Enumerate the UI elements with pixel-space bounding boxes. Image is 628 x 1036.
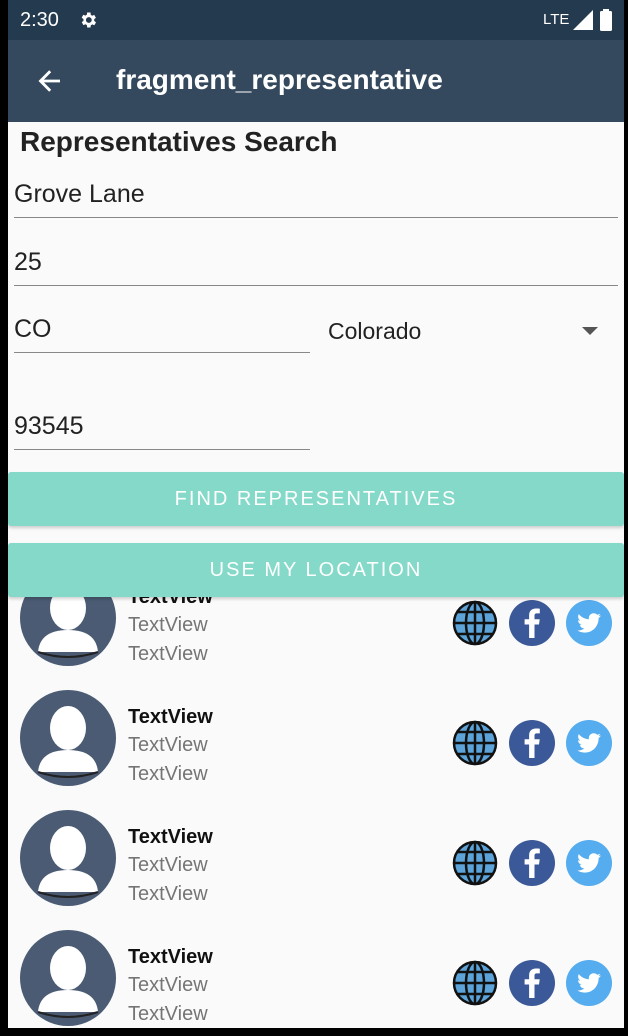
rep-party: TextView bbox=[128, 763, 208, 785]
rep-office: TextView bbox=[128, 854, 208, 876]
network-type: LTE bbox=[543, 11, 570, 28]
globe-icon[interactable] bbox=[452, 840, 498, 886]
twitter-icon[interactable] bbox=[566, 720, 612, 766]
list-item[interactable]: TextView TextView TextView bbox=[8, 810, 624, 930]
twitter-icon[interactable] bbox=[566, 600, 612, 646]
facebook-icon[interactable] bbox=[509, 840, 555, 886]
globe-icon[interactable] bbox=[452, 960, 498, 1006]
settings-gear-icon bbox=[81, 12, 96, 28]
arrow-back-icon[interactable] bbox=[30, 61, 70, 101]
rep-office: TextView bbox=[128, 974, 208, 996]
rep-party: TextView bbox=[128, 883, 208, 905]
list-item[interactable]: TextView TextView TextView bbox=[8, 690, 624, 810]
battery-icon bbox=[600, 9, 612, 31]
facebook-icon[interactable] bbox=[509, 600, 555, 646]
twitter-icon[interactable] bbox=[566, 840, 612, 886]
find-representatives-button[interactable]: FIND REPRESENTATIVES bbox=[8, 472, 624, 526]
list-item[interactable]: TextView TextView TextView bbox=[8, 930, 624, 1028]
signal-icon bbox=[573, 10, 593, 30]
status-bar: 2:30 LTE bbox=[8, 0, 624, 40]
facebook-icon[interactable] bbox=[509, 960, 555, 1006]
status-time: 2:30 bbox=[20, 9, 59, 31]
use-my-location-button[interactable]: USE MY LOCATION bbox=[8, 543, 624, 597]
globe-icon[interactable] bbox=[452, 600, 498, 646]
app-bar: fragment_representative bbox=[8, 40, 624, 122]
globe-icon[interactable] bbox=[452, 720, 498, 766]
rep-office: TextView bbox=[128, 614, 208, 636]
avatar bbox=[20, 930, 116, 1026]
rep-party: TextView bbox=[128, 643, 208, 665]
rep-name: TextView bbox=[128, 706, 213, 728]
avatar bbox=[20, 810, 116, 906]
page-title: fragment_representative bbox=[116, 64, 443, 95]
rep-office: TextView bbox=[128, 734, 208, 756]
rep-name: TextView bbox=[128, 826, 213, 848]
avatar bbox=[20, 690, 116, 786]
rep-party: TextView bbox=[128, 1003, 208, 1025]
rep-name: TextView bbox=[128, 946, 213, 968]
phone-screen: TextView TextView TextView TextView Text… bbox=[8, 0, 624, 1028]
twitter-icon[interactable] bbox=[566, 960, 612, 1006]
facebook-icon[interactable] bbox=[509, 720, 555, 766]
